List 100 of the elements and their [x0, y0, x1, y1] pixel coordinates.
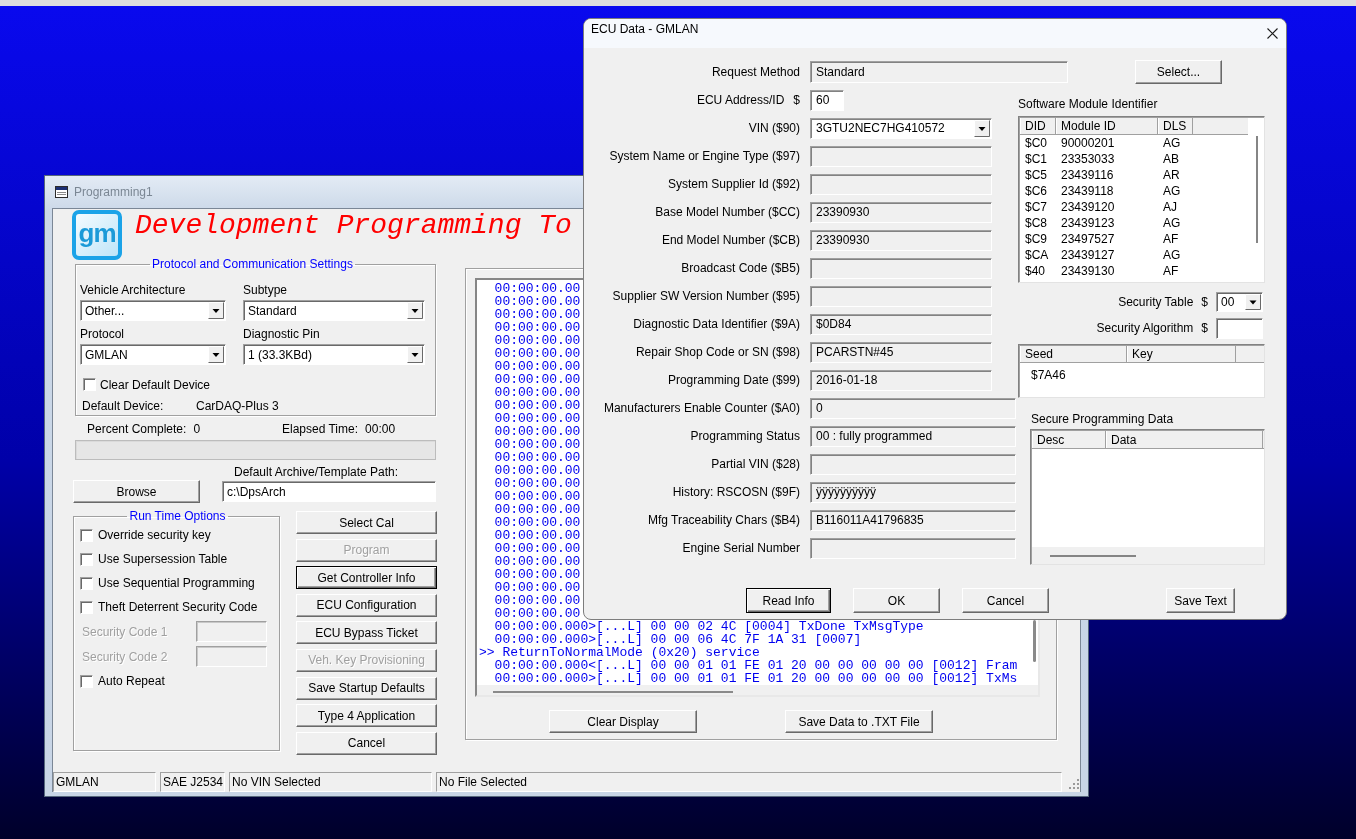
table-cell-text: $C0: [1024, 136, 1048, 150]
scrollbar-thumb[interactable]: [1050, 555, 1136, 557]
dialog-button[interactable]: OK: [853, 588, 940, 613]
text-field[interactable]: 2016-01-18: [810, 369, 992, 391]
select-button[interactable]: Select...: [1135, 60, 1222, 84]
action-button[interactable]: ECU Configuration: [296, 593, 437, 617]
resize-grip-icon[interactable]: [1068, 778, 1080, 790]
text-field[interactable]: [810, 453, 1016, 475]
dropdown[interactable]: Standard: [243, 300, 425, 321]
dropdown[interactable]: 00: [1216, 292, 1263, 312]
column-header[interactable]: Desc: [1032, 431, 1106, 448]
checkbox-label: Auto Repeat: [98, 674, 165, 688]
text-field[interactable]: 0: [810, 397, 1016, 419]
caret-down-icon[interactable]: [407, 346, 423, 363]
log-line: 00:00:00.00: [493, 347, 581, 360]
caret-down-icon[interactable]: [407, 302, 423, 319]
log-line: 00:00:00.00: [493, 334, 581, 347]
path-field[interactable]: c:\DpsArch: [222, 481, 436, 502]
input-field[interactable]: [1216, 317, 1263, 339]
action-button[interactable]: Save Startup Defaults: [296, 676, 437, 700]
table-cell-text: AR: [1162, 168, 1181, 182]
dropdown[interactable]: 1 (33.3KBd): [243, 344, 425, 365]
action-button[interactable]: Select Cal: [296, 511, 437, 534]
action-button[interactable]: Get Controller Info: [296, 566, 437, 590]
text-field[interactable]: 23390930: [810, 229, 992, 251]
text-field[interactable]: [810, 173, 992, 195]
table-cell-text: $CA: [1024, 248, 1050, 262]
status-panel: No VIN Selected: [229, 772, 432, 792]
checkbox[interactable]: [83, 378, 96, 391]
checkbox[interactable]: [80, 600, 93, 614]
field-label: Mfg Traceability Chars ($B4): [647, 513, 800, 527]
caret-down-icon[interactable]: [1245, 294, 1261, 310]
column-header[interactable]: Module ID: [1056, 118, 1158, 134]
close-icon[interactable]: [1267, 28, 1278, 39]
text-field[interactable]: 00 : fully programmed: [810, 425, 1016, 447]
field-label: Broadcast Code ($B5): [681, 261, 800, 275]
field-label: Security Code 1: [82, 624, 169, 639]
checkbox-label: Override security key: [98, 528, 211, 542]
checkbox-label: Theft Deterrent Security Code: [98, 600, 258, 614]
checkbox[interactable]: [80, 674, 93, 688]
section-title: Software Module Identifier: [1018, 97, 1159, 111]
browse-button[interactable]: Browse: [73, 480, 200, 503]
text-field[interactable]: [810, 285, 992, 307]
dropdown[interactable]: Other...: [80, 300, 226, 321]
dropdown[interactable]: 3GTU2NEC7HG410572: [810, 117, 992, 139]
column-header[interactable]: Data: [1106, 431, 1263, 448]
column-header[interactable]: DLS: [1158, 118, 1193, 134]
caret-down-icon[interactable]: [208, 302, 224, 319]
checkbox-label: Use Sequential Programming: [98, 576, 255, 590]
text-field[interactable]: [810, 145, 992, 167]
checkbox[interactable]: [80, 528, 93, 542]
caret-down-icon[interactable]: [208, 346, 224, 363]
text-field[interactable]: PCARSTN#45: [810, 341, 992, 363]
field-label: Default Archive/Template Path:: [234, 466, 400, 478]
log-button[interactable]: Save Data to .TXT File: [785, 710, 933, 733]
dropdown[interactable]: GMLAN: [80, 344, 226, 365]
text-field[interactable]: $0D84: [810, 313, 992, 335]
window-title: ECU Data - GMLAN: [591, 22, 700, 38]
dialog-button[interactable]: Save Text: [1166, 588, 1235, 613]
scrollbar-thumb[interactable]: [493, 691, 733, 693]
field-label: Engine Serial Number: [682, 541, 800, 555]
text-field[interactable]: [810, 537, 1016, 559]
scrollbar-thumb[interactable]: [1256, 136, 1258, 243]
field-label: Security Algorithm: [1096, 321, 1194, 335]
dialog-button[interactable]: Read Info: [746, 588, 831, 613]
field-label: Programming Status: [690, 429, 800, 443]
text-field[interactable]: [810, 257, 992, 279]
log-line: 00:00:00.00: [493, 477, 581, 490]
text-field[interactable]: 23390930: [810, 201, 992, 223]
caret-down-icon[interactable]: [974, 119, 990, 137]
action-button[interactable]: ECU Bypass Ticket: [296, 621, 437, 645]
table-cell-text: $C5: [1024, 168, 1048, 182]
text-field[interactable]: B116011A41796835: [810, 509, 1016, 531]
field-label: Security Code 2: [82, 649, 169, 664]
checkbox[interactable]: [80, 552, 93, 566]
column-header[interactable]: Seed: [1020, 346, 1127, 362]
input-field[interactable]: 60: [810, 89, 844, 111]
field-label: End Model Number ($CB): [661, 233, 800, 247]
text-field[interactable]: ÿÿÿÿÿÿÿÿÿÿ: [810, 481, 1016, 503]
window-icon: [55, 186, 68, 198]
status-panel: SAE J2534: [160, 772, 225, 792]
dialog-button[interactable]: Cancel: [962, 588, 1049, 613]
text-field[interactable]: Standard: [810, 61, 1068, 83]
scrollbar-thumb[interactable]: [1033, 620, 1036, 662]
field-label: Protocol: [80, 327, 126, 341]
checkbox[interactable]: [80, 576, 93, 590]
column-header[interactable]: DID: [1020, 118, 1056, 134]
field-label: System Name or Engine Type ($97): [609, 149, 800, 163]
column-header[interactable]: Key: [1127, 346, 1236, 362]
action-button[interactable]: Type 4 Application: [296, 704, 437, 728]
field-label: ECU Address/ID: [696, 93, 785, 107]
field-label: History: RSCOSN ($9F): [672, 485, 800, 499]
table-cell-text: AG: [1162, 248, 1182, 262]
log-button[interactable]: Clear Display: [549, 710, 697, 733]
log-line: 00:00:00.00: [493, 399, 581, 412]
table-cell-text: AG: [1162, 184, 1182, 198]
table-cell-text: AB: [1162, 152, 1180, 166]
action-button[interactable]: Cancel: [296, 731, 437, 755]
table-cell-text: AF: [1162, 232, 1180, 246]
table-cell-text: $C6: [1024, 184, 1048, 198]
